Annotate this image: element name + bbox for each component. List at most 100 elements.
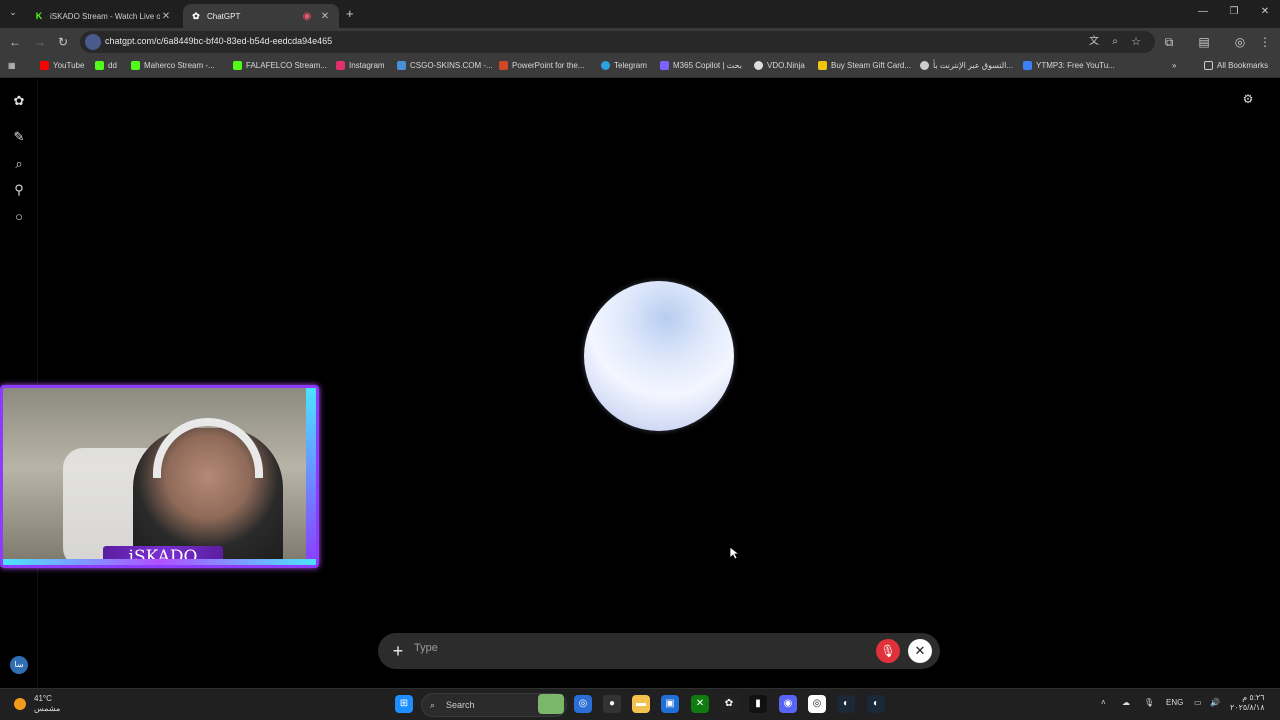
chatgpt-sidebar: ✿ ✎ ⌕ ⚲ ○ — [0, 79, 38, 688]
youtube-icon — [40, 61, 49, 70]
restore-button[interactable]: ❐ — [1219, 6, 1249, 22]
mic-muted-icon[interactable]: 🎙 — [876, 639, 900, 663]
gift-card-icon — [818, 61, 827, 70]
voice-settings-icon[interactable]: ⚙ — [1240, 92, 1256, 108]
bookmark-ytmp3[interactable]: YTMP3: Free YouTu... — [1023, 61, 1115, 70]
webcam-overlay: iSKADO — [0, 385, 319, 568]
zoom-icon[interactable]: ⌕ — [1107, 34, 1123, 50]
new-chat-icon[interactable]: ✎ — [11, 129, 27, 145]
tab-close-icon[interactable]: ✕ — [319, 11, 331, 22]
end-voice-close-icon[interactable]: ✕ — [908, 639, 932, 663]
clock[interactable]: ٥:٢٦ م ٢٠٢٥/٨/١٨ — [1230, 693, 1265, 713]
bookmark-telegram[interactable]: Telegram — [601, 61, 647, 70]
bookmark-dd[interactable]: dd — [95, 61, 117, 70]
bookmark-youtube[interactable]: YouTube — [40, 61, 84, 70]
windows-taskbar: 41°C مشمس ⊞ ⌕ Search ◎ ● ▬ ▣ ✕ ✿ ▮ ◉ ◎ ◐… — [0, 688, 1280, 720]
bookmark-m365-copilot[interactable]: M365 Copilot | بحث — [660, 61, 742, 70]
back-icon[interactable]: ← — [7, 34, 23, 50]
bookmark-powerpoint[interactable]: PowerPoint for the... — [499, 61, 584, 70]
copilot-icon — [660, 61, 669, 70]
headset-icon — [153, 418, 263, 478]
attach-plus-icon[interactable]: + — [388, 641, 408, 661]
chatgpt-icon: ✿ — [192, 10, 200, 21]
chrome-icon[interactable]: ◎ — [808, 695, 826, 713]
type-input[interactable]: Type — [414, 642, 438, 654]
webcam-frame-edge — [306, 388, 316, 565]
kick-icon — [131, 61, 140, 70]
steam-icon-2[interactable]: ◐ — [867, 695, 885, 713]
extensions-icon[interactable]: ⧉ — [1161, 34, 1177, 50]
instagram-icon — [336, 61, 345, 70]
tab-strip: ⌄ K iSKADO Stream - Watch Live on ✕ ✿ Ch… — [0, 0, 1280, 28]
avatar[interactable]: سا — [10, 656, 28, 674]
weather-desc: مشمس — [34, 704, 61, 713]
minimize-button[interactable]: — — [1188, 6, 1218, 22]
bookmark-star-icon[interactable]: ☆ — [1128, 34, 1144, 50]
volume-icon[interactable]: 🔊 — [1210, 698, 1220, 707]
powerpoint-icon — [499, 61, 508, 70]
bookmark-csgo-skins[interactable]: CSGO-SKINS.COM -... — [397, 61, 493, 70]
voice-orb — [584, 281, 734, 431]
clock-date: ٢٠٢٥/٨/١٨ — [1230, 703, 1265, 712]
url-text[interactable]: chatgpt.com/c/6a8449bc-bf40-83ed-b54d-ee… — [105, 36, 332, 46]
new-tab-button[interactable]: + — [346, 6, 354, 21]
apps-icon[interactable]: ▦ — [8, 61, 16, 70]
file-explorer-icon[interactable]: ▬ — [632, 695, 650, 713]
mic-tray-icon[interactable]: 🎙 — [1144, 698, 1154, 707]
kick-icon — [95, 61, 104, 70]
bookmark-instagram[interactable]: Instagram — [336, 61, 385, 70]
kick-icon — [233, 61, 242, 70]
tab-iskado-stream[interactable]: K iSKADO Stream - Watch Live on ✕ — [26, 4, 180, 28]
download-icon — [1023, 61, 1032, 70]
forward-icon[interactable]: → — [32, 34, 48, 50]
recording-icon: ◉ — [302, 10, 312, 22]
bookmark-vdo-ninja[interactable]: VDO.Ninja — [754, 61, 805, 70]
bookmark-falafelco[interactable]: FALAFELCO Stream... — [233, 61, 327, 70]
chatgpt-app-icon[interactable]: ✿ — [720, 695, 738, 713]
chatgpt-logo-icon[interactable]: ✿ — [11, 93, 27, 109]
menu-icon[interactable]: ⋮ — [1257, 34, 1273, 50]
webcam-frame-bottom — [3, 559, 316, 565]
search-icon[interactable]: ⌕ — [11, 156, 27, 172]
site-info-icon[interactable] — [85, 34, 101, 50]
sun-icon — [14, 698, 26, 710]
windows-start-icon[interactable]: ⊞ — [395, 695, 413, 713]
bookmarks-overflow-icon[interactable]: » — [1172, 61, 1176, 70]
address-bar[interactable]: chatgpt.com/c/6a8449bc-bf40-83ed-b54d-ee… — [80, 31, 1155, 53]
window-close-button[interactable]: ✕ — [1250, 6, 1280, 22]
tab-close-icon[interactable]: ✕ — [160, 11, 172, 22]
translate-icon[interactable]: 文 — [1086, 34, 1102, 50]
weather-temp: 41°C — [34, 694, 52, 703]
tiktok-studio-icon[interactable]: ▮ — [749, 695, 767, 713]
discord-icon[interactable]: ◉ — [779, 695, 797, 713]
pin-icon[interactable]: ⚲ — [11, 182, 27, 198]
bookmark-steam-gift[interactable]: Buy Steam Gift Card... — [818, 61, 911, 70]
app-icon-blue[interactable]: ◎ — [574, 695, 592, 713]
bookmarks-bar: ▦ YouTube dd Maherco Stream -... FALAFEL… — [0, 56, 1280, 78]
obs-icon[interactable]: ● — [603, 695, 621, 713]
telegram-icon — [601, 61, 610, 70]
browser-toolbar: ← → ↻ chatgpt.com/c/6a8449bc-bf40-83ed-b… — [0, 28, 1280, 56]
language-indicator[interactable]: ENG — [1166, 698, 1183, 707]
chat-bubble-icon[interactable]: ○ — [11, 209, 27, 225]
reload-icon[interactable]: ↻ — [55, 34, 71, 50]
xbox-icon[interactable]: ✕ — [691, 695, 709, 713]
sidepanel-icon[interactable]: ▤ — [1196, 34, 1212, 50]
tab-chatgpt[interactable]: ✿ ChatGPT ◉ ✕ — [183, 4, 339, 28]
onedrive-icon[interactable]: ☁ — [1122, 698, 1130, 707]
store-icon[interactable]: ▣ — [661, 695, 679, 713]
widgets-landscape-icon[interactable] — [538, 694, 564, 714]
bookmark-maherco[interactable]: Maherco Stream -... — [131, 61, 215, 70]
weather-widget[interactable]: 41°C مشمس — [14, 694, 60, 714]
tab-title: iSKADO Stream - Watch Live on — [50, 11, 160, 21]
network-icon[interactable]: ▭ — [1194, 698, 1202, 707]
tray-overflow-icon[interactable]: ˄ — [1101, 698, 1106, 707]
profile-icon[interactable]: ◎ — [1232, 34, 1248, 50]
bookmark-arabic-shopping[interactable]: التسوق عبر الإنترنت بأ... — [920, 61, 1013, 70]
mouse-cursor-icon — [729, 546, 739, 560]
voice-input-bar: + Type 🎙 ✕ — [378, 633, 940, 669]
tab-search-icon[interactable]: ⌄ — [6, 7, 20, 21]
steam-icon[interactable]: ◐ — [837, 695, 855, 713]
all-bookmarks[interactable]: All Bookmarks — [1204, 61, 1268, 70]
tab-title: ChatGPT — [207, 11, 241, 21]
